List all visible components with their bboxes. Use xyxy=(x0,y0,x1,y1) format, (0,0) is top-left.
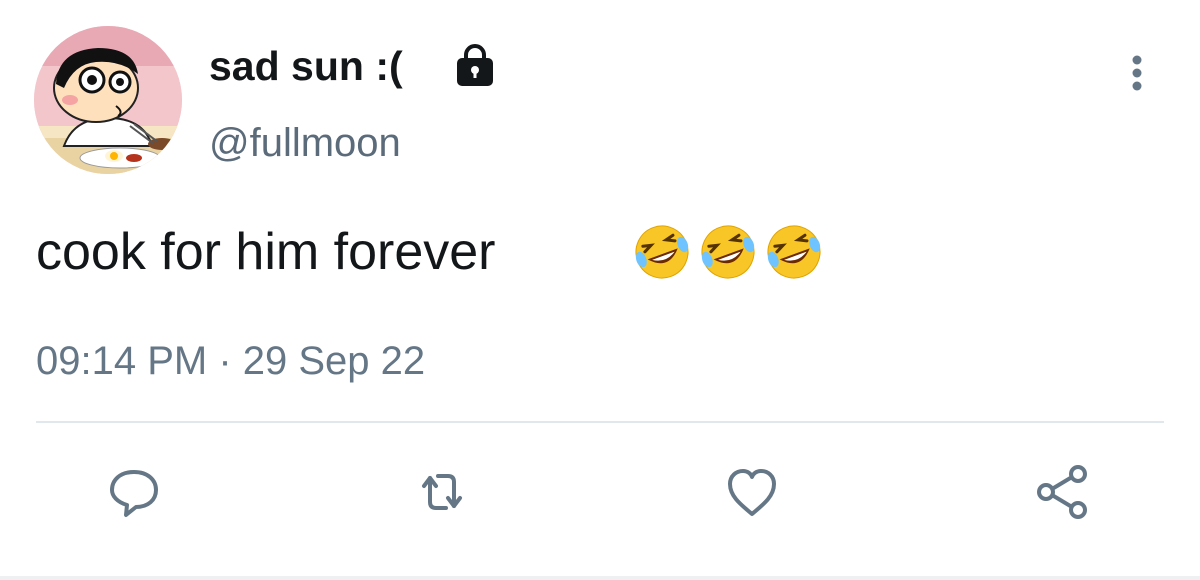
rolling-laughing-emoji-icon xyxy=(635,225,689,279)
display-name[interactable]: sad sun :( xyxy=(209,40,403,92)
tweet-card: sad sun :( @fullmoon cook for him foreve… xyxy=(0,0,1200,580)
user-handle[interactable]: @fullmoon xyxy=(209,118,401,168)
rolling-laughing-emoji-icon xyxy=(767,225,821,279)
reply-button[interactable] xyxy=(104,462,164,522)
more-vertical-icon[interactable] xyxy=(1122,52,1152,94)
like-button[interactable] xyxy=(722,462,782,522)
heart-icon xyxy=(728,469,776,516)
bottom-border xyxy=(0,576,1200,580)
emoji-group xyxy=(632,222,824,282)
tweet-timestamp[interactable]: 09:14 PM · 29 Sep 22 xyxy=(36,336,425,386)
tweet-text: cook for him forever xyxy=(36,223,496,281)
share-nodes-icon xyxy=(1037,465,1087,519)
retweet-arrows-icon xyxy=(422,474,462,510)
cartoon-boy-avatar-icon xyxy=(34,26,182,174)
speech-bubble-icon xyxy=(110,470,158,517)
divider xyxy=(36,421,1164,423)
lock-icon xyxy=(457,44,493,86)
avatar[interactable] xyxy=(34,26,182,174)
share-button[interactable] xyxy=(1034,462,1094,522)
rolling-laughing-emoji-icon xyxy=(701,225,755,279)
retweet-button[interactable] xyxy=(412,462,472,522)
